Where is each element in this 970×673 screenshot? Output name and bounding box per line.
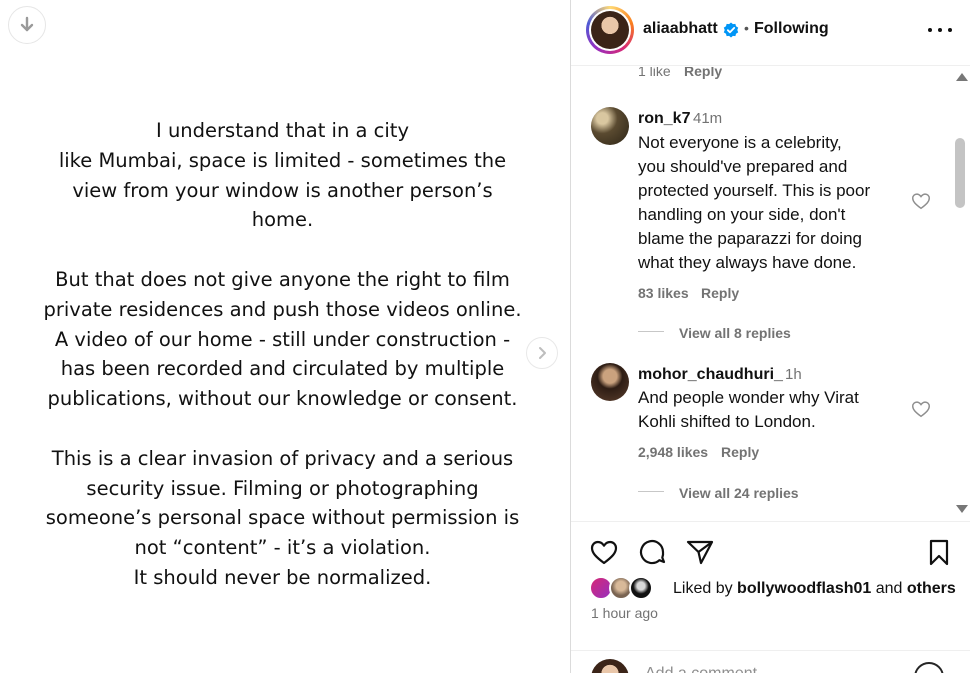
more-options-icon[interactable] xyxy=(928,20,952,40)
post-line: A video of our home - still under constr… xyxy=(54,327,511,351)
post-line: someone’s personal space without permiss… xyxy=(45,506,520,530)
post-image: I understand that in a city like Mumbai,… xyxy=(0,0,570,673)
reply-button[interactable]: Reply xyxy=(701,285,739,301)
replies-line xyxy=(638,491,664,492)
instagram-post-window: I understand that in a city like Mumbai,… xyxy=(0,0,970,673)
post-line: I understand that in a city xyxy=(156,119,409,142)
likes-summary: Liked by bollywoodflash01 and others xyxy=(589,576,969,602)
liked-by-user-link[interactable]: bollywoodflash01 xyxy=(737,580,871,597)
scrollbar-thumb[interactable] xyxy=(955,138,965,208)
header-separator: • xyxy=(744,20,749,36)
replies-line xyxy=(638,331,664,332)
comment-like-count: 1 like xyxy=(638,67,671,79)
comment-time: 41m xyxy=(693,110,723,127)
comment-like-heart-icon[interactable] xyxy=(910,190,932,212)
comment-like-count: 83 likes xyxy=(638,285,689,301)
emoji-icon[interactable] xyxy=(914,662,944,673)
post-line: publications, without our knowledge or c… xyxy=(47,387,518,411)
next-slide-button[interactable] xyxy=(526,337,558,369)
current-user-avatar xyxy=(591,659,629,673)
comments-scrollbar[interactable] xyxy=(950,67,970,521)
comment-like-count: 2,948 likes xyxy=(638,444,709,460)
profile-avatar[interactable] xyxy=(586,6,634,54)
chevron-right-icon xyxy=(539,347,546,359)
scroll-up-arrow-icon[interactable] xyxy=(956,73,968,81)
save-bookmark-icon[interactable] xyxy=(924,537,954,567)
post-line: home. xyxy=(251,208,314,232)
post-timestamp[interactable]: 1 hour ago xyxy=(591,605,658,621)
post-line: This is a clear invasion of privacy and … xyxy=(51,446,514,470)
reply-button[interactable]: Reply xyxy=(721,444,759,460)
comment-avatar[interactable] xyxy=(591,363,629,401)
post-line: view from your window is another person’… xyxy=(72,178,493,202)
add-comment-input[interactable]: Add a comment... xyxy=(645,665,770,673)
post-line: But that does not give anyone the right … xyxy=(55,267,510,291)
liked-by-text: Liked by bollywoodflash01 and others xyxy=(673,580,956,597)
arrow-down-icon xyxy=(20,16,34,32)
post-line: It should never be normalized. xyxy=(133,565,432,589)
view-replies-button[interactable]: View all 24 replies xyxy=(679,485,799,501)
comment-avatar[interactable] xyxy=(591,107,629,145)
comment-like-heart-icon[interactable] xyxy=(910,398,932,420)
post-line: not “content” - it’s a violation. xyxy=(134,536,431,560)
post-line: security issue. Filming or photographing xyxy=(86,476,479,500)
comment-text: Not everyone is a celebrity, you should'… xyxy=(638,133,871,272)
post-actions-bar xyxy=(571,522,970,582)
post-header: aliaabhatt • Following xyxy=(571,0,970,66)
reply-button[interactable]: Reply xyxy=(684,67,722,79)
post-paragraph-3: This is a clear invasion of privacy and … xyxy=(10,444,555,593)
post-line: has been recorded and circulated by mult… xyxy=(60,357,505,381)
download-button[interactable] xyxy=(8,6,46,44)
view-replies-button[interactable]: View all 8 replies xyxy=(679,325,791,341)
post-paragraph-1: I understand that in a city like Mumbai,… xyxy=(10,116,555,235)
liked-by-others-link[interactable]: others xyxy=(907,580,956,597)
following-button[interactable]: Following xyxy=(754,20,829,38)
comment-username[interactable]: mohor_chaudhuri_ xyxy=(638,366,783,384)
comments-list[interactable]: 1 like Reply ron_k7 41m Not everyone is … xyxy=(571,67,951,521)
post-paragraph-2: But that does not give anyone the right … xyxy=(10,265,555,414)
verified-badge-icon xyxy=(723,22,739,38)
like-heart-icon[interactable] xyxy=(589,537,619,567)
scroll-down-arrow-icon[interactable] xyxy=(956,505,968,513)
comment-username[interactable]: ron_k7 xyxy=(638,110,690,128)
comment-bubble-icon[interactable] xyxy=(637,537,667,567)
liker-avatar[interactable] xyxy=(629,576,653,600)
post-line: like Mumbai, space is limited - sometime… xyxy=(58,148,507,172)
post-side-panel: aliaabhatt • Following 1 like Reply ron_… xyxy=(571,0,970,673)
share-send-icon[interactable] xyxy=(685,537,715,567)
post-line: private residences and push those videos… xyxy=(43,297,522,321)
comment-text: And people wonder why Virat Kohli shifte… xyxy=(638,388,859,431)
post-statement-text: I understand that in a city like Mumbai,… xyxy=(10,116,555,593)
add-comment-bar: Add a comment... xyxy=(571,650,970,673)
comment-time: 1h xyxy=(785,366,802,383)
profile-username[interactable]: aliaabhatt xyxy=(643,20,718,38)
